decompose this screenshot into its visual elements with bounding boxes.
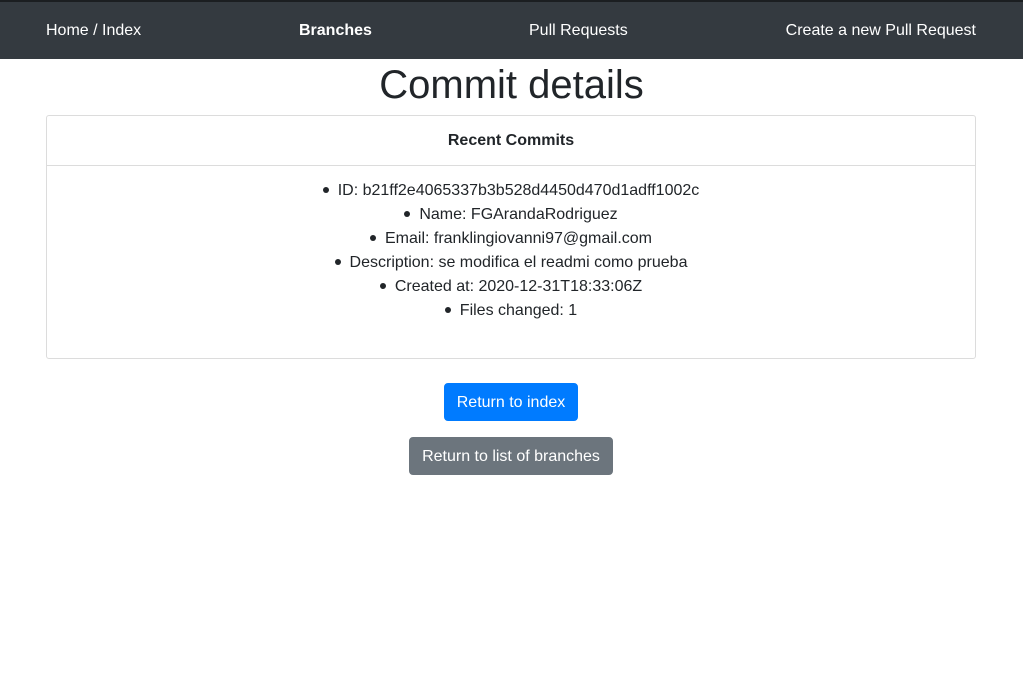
bullet-icon [404, 210, 411, 217]
return-to-branches-button[interactable]: Return to list of branches [409, 437, 613, 475]
bullet-icon [322, 186, 329, 193]
commit-description-text: Description: se modifica el readmi como … [349, 254, 688, 271]
commit-id-item: ID: b21ff2e4065337b3b528d4450d470d1adff1… [47, 179, 975, 203]
bullet-icon [379, 282, 386, 289]
bullet-icon [444, 306, 451, 313]
nav-pull-requests[interactable]: Pull Requests [529, 2, 628, 59]
recent-commits-card: Recent Commits ID: b21ff2e4065337b3b528d… [46, 115, 976, 359]
commit-description-item: Description: se modifica el readmi como … [47, 251, 975, 275]
nav-branches[interactable]: Branches [299, 2, 372, 59]
commit-files-changed-item: Files changed: 1 [47, 299, 975, 323]
commit-created-text: Created at: 2020-12-31T18:33:06Z [394, 278, 643, 295]
commit-email-item: Email: franklingiovanni97@gmail.com [47, 227, 975, 251]
nav-create-pull-request[interactable]: Create a new Pull Request [786, 2, 976, 59]
card-body: ID: b21ff2e4065337b3b528d4450d470d1adff1… [47, 166, 975, 323]
commit-name-text: Name: FGArandaRodriguez [419, 206, 618, 223]
nav-home-index[interactable]: Home / Index [46, 2, 141, 59]
commit-email-text: Email: franklingiovanni97@gmail.com [384, 230, 653, 247]
return-to-index-button[interactable]: Return to index [444, 383, 578, 421]
commit-files-changed-text: Files changed: 1 [459, 302, 578, 319]
commit-name-item: Name: FGArandaRodriguez [47, 203, 975, 227]
commit-created-item: Created at: 2020-12-31T18:33:06Z [47, 275, 975, 299]
bullet-icon [334, 258, 341, 265]
commit-id-text: ID: b21ff2e4065337b3b528d4450d470d1adff1… [337, 182, 700, 199]
top-navbar: Home / Index Branches Pull Requests Crea… [0, 2, 1023, 59]
commit-details-list: ID: b21ff2e4065337b3b528d4450d470d1adff1… [47, 179, 975, 323]
bullet-icon [369, 234, 376, 241]
card-header: Recent Commits [47, 116, 975, 166]
page-title: Commit details [379, 63, 644, 107]
